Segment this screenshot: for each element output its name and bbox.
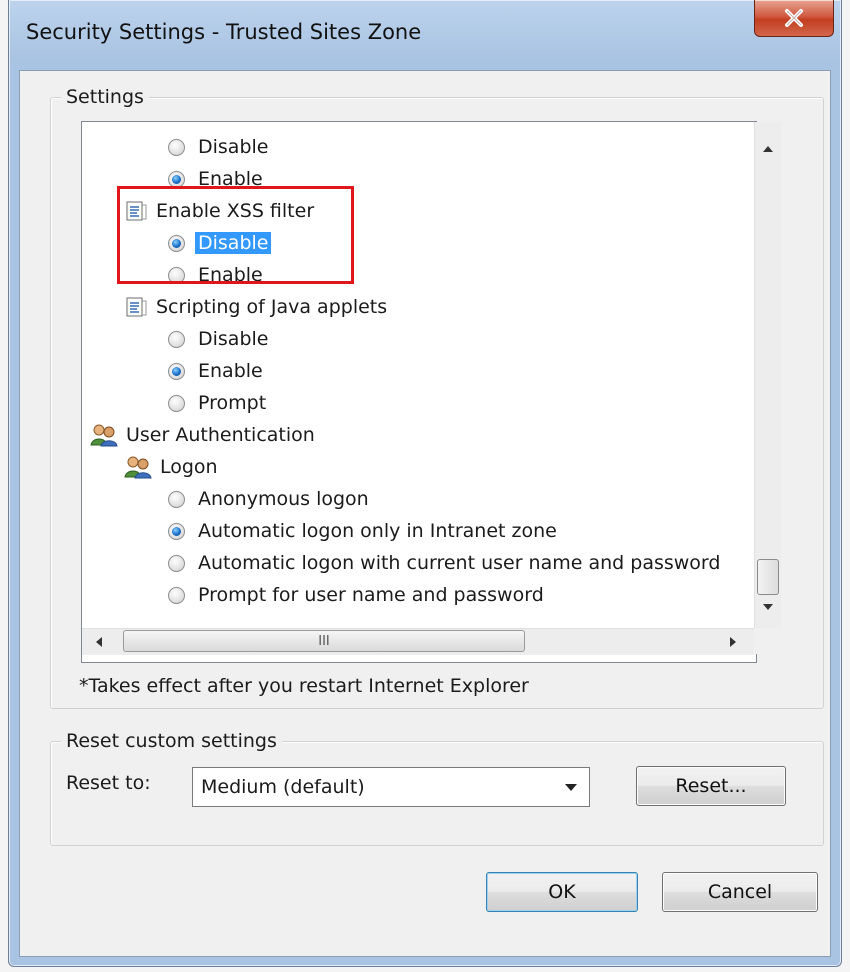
close-icon bbox=[785, 9, 803, 27]
radio-option[interactable]: Disable bbox=[168, 132, 268, 162]
scroll-left-arrow-icon[interactable] bbox=[96, 637, 102, 647]
tree-node[interactable]: User Authentication bbox=[90, 420, 315, 450]
tree-item-label: Scripting of Java applets bbox=[156, 296, 388, 318]
tree-item-label: Automatic logon with current user name a… bbox=[198, 552, 721, 574]
radio-button[interactable] bbox=[168, 490, 185, 508]
tree-item-label: Disable bbox=[198, 328, 269, 350]
xss-filter-highlight-box bbox=[117, 186, 354, 284]
reset-button-label: Reset... bbox=[675, 775, 747, 797]
vertical-scroll-thumb[interactable] bbox=[757, 559, 779, 595]
tree-node[interactable]: Scripting of Java applets bbox=[124, 292, 387, 322]
radio-option[interactable]: Prompt for user name and password bbox=[168, 580, 544, 610]
tree-item-label: Prompt bbox=[198, 392, 267, 414]
vertical-scrollbar[interactable] bbox=[754, 122, 781, 628]
scrollbar-corner bbox=[754, 628, 780, 654]
tree-item-label: Logon bbox=[160, 456, 218, 478]
scroll-down-arrow-icon[interactable] bbox=[763, 604, 773, 610]
title-bar[interactable]: Security Settings - Trusted Sites Zone bbox=[8, 0, 840, 72]
radio-button[interactable] bbox=[168, 586, 185, 604]
reset-level-dropdown[interactable]: Medium (default) bbox=[192, 767, 590, 807]
tree-item-label: Enable bbox=[198, 360, 263, 382]
radio-button[interactable] bbox=[168, 330, 185, 348]
reset-group-legend: Reset custom settings bbox=[61, 730, 282, 752]
tree-item-label: Disable bbox=[198, 136, 269, 158]
radio-button-checked[interactable] bbox=[168, 522, 185, 540]
dropdown-arrow-icon bbox=[565, 783, 577, 791]
settings-group-legend: Settings bbox=[61, 86, 149, 108]
tree-item-label: User Authentication bbox=[126, 424, 315, 446]
ok-button-label: OK bbox=[548, 881, 576, 903]
ok-button[interactable]: OK bbox=[486, 872, 638, 912]
radio-button[interactable] bbox=[168, 138, 185, 156]
tree-node[interactable]: Logon bbox=[124, 452, 218, 482]
close-button[interactable] bbox=[754, 0, 834, 37]
tree-item-label: Anonymous logon bbox=[198, 488, 369, 510]
radio-button[interactable] bbox=[168, 554, 185, 572]
tree-item-label: Automatic logon only in Intranet zone bbox=[198, 520, 557, 542]
document-settings-icon bbox=[124, 296, 148, 318]
window-title: Security Settings - Trusted Sites Zone bbox=[26, 20, 422, 44]
radio-option[interactable]: Automatic logon with current user name a… bbox=[168, 548, 720, 578]
reset-button[interactable]: Reset... bbox=[636, 766, 786, 806]
radio-option[interactable]: Automatic logon only in Intranet zone bbox=[168, 516, 557, 546]
reset-to-label: Reset to: bbox=[66, 772, 151, 794]
scroll-up-arrow-icon[interactable] bbox=[763, 146, 773, 152]
tree-item-label: Prompt for user name and password bbox=[198, 584, 544, 606]
reset-level-value: Medium (default) bbox=[201, 776, 365, 798]
radio-option[interactable]: Disable bbox=[168, 324, 268, 354]
radio-option[interactable]: Anonymous logon bbox=[168, 484, 369, 514]
radio-button[interactable] bbox=[168, 394, 185, 412]
cancel-button-label: Cancel bbox=[707, 881, 773, 903]
horizontal-scroll-thumb[interactable]: III bbox=[123, 630, 525, 652]
scroll-grip-label: III bbox=[318, 633, 330, 649]
cancel-button[interactable]: Cancel bbox=[662, 872, 818, 912]
radio-option[interactable]: Enable bbox=[168, 356, 263, 386]
radio-option[interactable]: Prompt bbox=[168, 388, 266, 418]
radio-button-checked[interactable] bbox=[168, 362, 185, 380]
radio-button-checked[interactable] bbox=[168, 170, 185, 188]
users-icon bbox=[90, 423, 118, 447]
users-icon bbox=[124, 455, 152, 479]
restart-note: *Takes effect after you restart Internet… bbox=[79, 675, 529, 697]
scroll-right-arrow-icon[interactable] bbox=[730, 637, 736, 647]
